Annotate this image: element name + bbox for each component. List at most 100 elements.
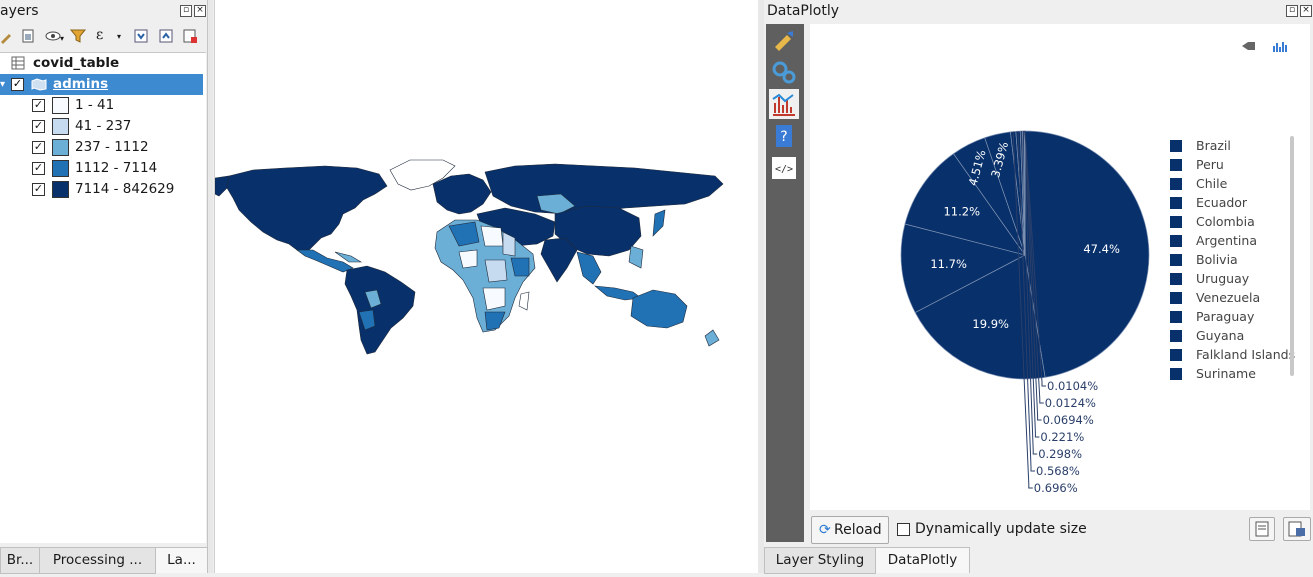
close-panel-icon[interactable]: × xyxy=(1300,5,1312,17)
filter-icon[interactable] xyxy=(70,28,86,44)
legend-label[interactable]: Guyana xyxy=(1196,328,1244,343)
svg-text:</>: </> xyxy=(775,164,793,175)
expand-all-icon[interactable] xyxy=(133,28,149,44)
close-panel-icon[interactable]: × xyxy=(194,5,206,17)
slice-label: 0.221% xyxy=(1040,430,1084,444)
float-panel-icon[interactable]: ▫ xyxy=(180,5,192,17)
expression-dropdown-icon[interactable]: ▾ xyxy=(117,32,121,41)
legend-label[interactable]: Peru xyxy=(1196,157,1224,172)
map-canvas[interactable] xyxy=(214,0,759,573)
style-brush-icon[interactable] xyxy=(0,28,16,44)
legend-swatch[interactable] xyxy=(1170,311,1182,323)
legend-label[interactable]: Brazil xyxy=(1196,138,1231,153)
table-icon xyxy=(11,56,25,70)
slice-label: 0.0124% xyxy=(1045,396,1096,410)
dataplotly-title: DataPlotly xyxy=(767,0,839,22)
class-swatch xyxy=(52,181,69,198)
class-checkbox[interactable]: ✓ xyxy=(32,141,45,154)
legend-swatch[interactable] xyxy=(1170,159,1182,171)
dynamic-size-checkbox[interactable] xyxy=(897,523,910,536)
float-panel-icon[interactable]: ▫ xyxy=(1286,5,1298,17)
save-plot-icon[interactable] xyxy=(1249,517,1275,541)
class-checkbox[interactable]: ✓ xyxy=(32,162,45,175)
legend-swatch[interactable] xyxy=(1170,140,1182,152)
collapse-arrow-icon[interactable]: ▾ xyxy=(0,74,5,95)
tab-layer-styling[interactable]: Layer Styling xyxy=(764,547,876,574)
collapse-all-icon[interactable] xyxy=(158,28,174,44)
legend-swatch[interactable] xyxy=(1170,349,1182,361)
legend-label[interactable]: Chile xyxy=(1196,176,1227,191)
visibility-eye-icon[interactable] xyxy=(45,28,61,44)
legend-swatch[interactable] xyxy=(1170,235,1182,247)
settings-gears-icon[interactable] xyxy=(769,57,799,87)
slice-label: 0.0104% xyxy=(1047,379,1098,393)
layers-panel-title: ayers xyxy=(0,0,39,22)
legend-swatch[interactable] xyxy=(1170,330,1182,342)
class-checkbox[interactable]: ✓ xyxy=(32,99,45,112)
eye-dropdown-icon[interactable]: ▾ xyxy=(60,34,64,43)
legend-label[interactable]: Suriname xyxy=(1196,366,1256,381)
class-label: 1 - 41 xyxy=(75,95,114,116)
legend-class-row[interactable]: ✓ 237 - 1112 xyxy=(0,137,206,158)
slice-label: 11.2% xyxy=(943,204,980,218)
add-group-icon[interactable] xyxy=(20,28,36,44)
legend-class-row[interactable]: ✓ 1 - 41 xyxy=(0,95,206,116)
legend-swatch[interactable] xyxy=(1170,368,1182,380)
legend-swatch[interactable] xyxy=(1170,273,1182,285)
expression-filter-icon[interactable]: ε xyxy=(96,27,103,43)
legend-scrollbar[interactable] xyxy=(1290,136,1294,376)
tab-layers[interactable]: La... xyxy=(155,547,208,573)
polygon-layer-icon xyxy=(31,78,47,91)
slice-label: 0.696% xyxy=(1034,481,1078,495)
legend-label[interactable]: Argentina xyxy=(1196,233,1257,248)
legend-label[interactable]: Venezuela xyxy=(1196,290,1260,305)
legend-label[interactable]: Ecuador xyxy=(1196,195,1247,210)
class-label: 1112 - 7114 xyxy=(75,158,157,179)
reload-button[interactable]: ⟳ Reload xyxy=(811,516,889,544)
legend-label[interactable]: Falkland Islands xyxy=(1196,347,1295,362)
legend-swatch[interactable] xyxy=(1170,216,1182,228)
dynamic-size-label: Dynamically update size xyxy=(915,521,1087,537)
layers-panel: ayers ▫ × ▾ ε ▾ covid_table ▾ ✓ admins ✓… xyxy=(0,0,208,573)
class-swatch xyxy=(52,160,69,177)
legend-label[interactable]: Colombia xyxy=(1196,214,1255,229)
layer-label: covid_table xyxy=(33,53,119,74)
code-html-icon[interactable]: </> xyxy=(769,153,799,183)
legend-class-row[interactable]: ✓ 41 - 237 xyxy=(0,116,206,137)
splitter-left[interactable] xyxy=(208,0,213,573)
legend-class-row[interactable]: ✓ 1112 - 7114 xyxy=(0,158,206,179)
reload-icon: ⟳ xyxy=(819,517,831,543)
class-label: 7114 - 842629 xyxy=(75,179,174,200)
layer-checkbox[interactable]: ✓ xyxy=(11,78,24,91)
class-swatch xyxy=(52,118,69,135)
tab-dataplotly[interactable]: DataPlotly xyxy=(875,547,970,573)
remove-layer-icon[interactable] xyxy=(182,28,198,44)
legend-swatch[interactable] xyxy=(1170,292,1182,304)
legend-swatch[interactable] xyxy=(1170,197,1182,209)
class-label: 237 - 1112 xyxy=(75,137,149,158)
pie-chart[interactable]: 47.4%19.9%11.7%11.2%4.51%3.39%0.696%0.56… xyxy=(810,24,1310,510)
class-swatch xyxy=(52,97,69,114)
export-plot-icon[interactable] xyxy=(1283,517,1311,541)
class-checkbox[interactable]: ✓ xyxy=(32,183,45,196)
legend-class-row[interactable]: ✓ 7114 - 842629 xyxy=(0,179,206,200)
legend-label[interactable]: Uruguay xyxy=(1196,271,1249,286)
legend-swatch[interactable] xyxy=(1170,178,1182,190)
legend-swatch[interactable] xyxy=(1170,254,1182,266)
slice-label: 0.0694% xyxy=(1043,413,1094,427)
class-label: 41 - 237 xyxy=(75,116,131,137)
tab-browser[interactable]: Br... xyxy=(0,547,40,574)
layer-row-covid-table[interactable]: covid_table xyxy=(0,53,206,74)
help-icon[interactable]: ? xyxy=(769,121,799,151)
slice-label: 0.298% xyxy=(1038,447,1082,461)
svg-text:?: ? xyxy=(780,129,787,145)
splitter-right[interactable] xyxy=(758,0,764,573)
properties-brush-icon[interactable] xyxy=(769,25,799,55)
layer-row-admins[interactable]: ▾ ✓ admins xyxy=(0,74,206,95)
plot-chart-icon[interactable] xyxy=(769,89,799,119)
legend-label[interactable]: Bolivia xyxy=(1196,252,1238,267)
class-checkbox[interactable]: ✓ xyxy=(32,120,45,133)
slice-label: 11.7% xyxy=(930,257,967,271)
tab-processing[interactable]: Processing ... xyxy=(39,547,156,574)
legend-label[interactable]: Paraguay xyxy=(1196,309,1254,324)
